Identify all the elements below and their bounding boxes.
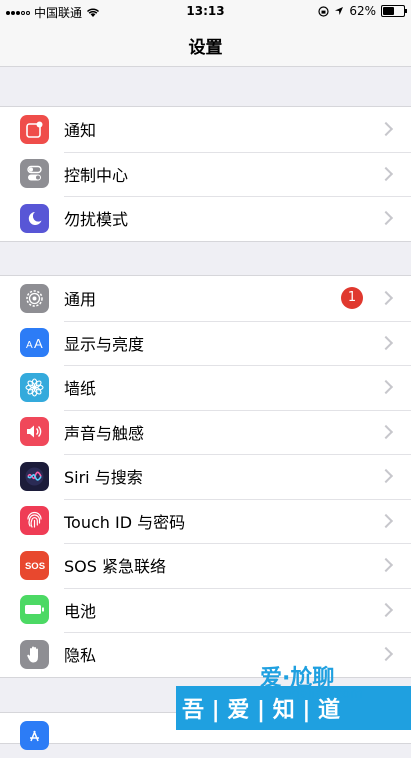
sound-icon — [20, 417, 49, 447]
svg-text:A: A — [26, 340, 33, 350]
orientation-lock-icon — [318, 5, 329, 17]
sos-icon: SOS — [20, 550, 49, 580]
wallpaper-icon — [20, 372, 49, 402]
svg-text:A: A — [34, 336, 43, 350]
settings-group-1: 通知 控制中心 勿扰模式 — [0, 106, 411, 242]
settings-row-label: 通知 — [64, 121, 97, 141]
settings-row-control-center[interactable]: 控制中心 — [0, 151, 411, 197]
status-right: 62% — [318, 4, 407, 18]
do-not-disturb-icon — [20, 203, 49, 233]
navigation-bar: 设置 — [0, 22, 411, 67]
battery-icon — [20, 595, 49, 625]
fingerprint-icon — [20, 506, 49, 536]
settings-row-notifications[interactable]: 通知 — [0, 107, 411, 152]
settings-row-touch-id-passcode[interactable]: Touch ID 与密码 — [0, 498, 411, 544]
settings-row-wallpaper[interactable]: 墙纸 — [0, 365, 411, 410]
hand-icon — [20, 639, 49, 669]
settings-row-label: 声音与触感 — [64, 423, 145, 443]
settings-row-battery[interactable]: 电池 — [0, 587, 411, 633]
settings-row-label: 控制中心 — [64, 165, 129, 185]
settings-row-label: 显示与亮度 — [64, 334, 145, 354]
settings-row-sounds-haptics[interactable]: 声音与触感 — [0, 409, 411, 455]
svg-text:SOS: SOS — [24, 561, 44, 571]
settings-row-label: Siri 与搜索 — [64, 468, 143, 488]
settings-row-general[interactable]: 通用 1 — [0, 276, 411, 321]
settings-row-label: SOS 紧急联络 — [64, 557, 166, 577]
battery-fill — [383, 7, 394, 15]
settings-row-do-not-disturb[interactable]: 勿扰模式 — [0, 196, 411, 241]
app-store-icon — [20, 720, 49, 750]
settings-row-siri-search[interactable]: Siri 与搜索 — [0, 454, 411, 499]
notifications-icon — [20, 114, 49, 144]
battery-percent: 62% — [349, 4, 376, 18]
settings-row-label: Touch ID 与密码 — [64, 512, 186, 532]
location-icon — [335, 7, 344, 15]
settings-row-label: 勿扰模式 — [64, 210, 129, 230]
watermark-url: igaliao.com — [288, 687, 363, 702]
settings-row-label: 隐私 — [64, 646, 97, 666]
status-bar: 中国联通 13:13 62% — [0, 0, 411, 22]
battery-indicator-icon — [381, 5, 407, 17]
settings-row-label: 电池 — [64, 601, 97, 621]
settings-row-label: 墙纸 — [64, 379, 97, 399]
page-title: 设置 — [188, 38, 223, 58]
display-brightness-icon: A A — [20, 328, 49, 358]
gear-icon — [20, 283, 49, 313]
settings-row-display-brightness[interactable]: A A 显示与亮度 — [0, 320, 411, 366]
siri-icon — [20, 461, 49, 491]
settings-row-emergency-sos[interactable]: SOS SOS 紧急联络 — [0, 543, 411, 588]
control-center-icon — [20, 159, 49, 189]
settings-row-privacy[interactable]: 隐私 — [0, 632, 411, 677]
settings-group-2: 通用 1 A A 显示与亮度 墙纸 声音与触感 Siri 与搜索 Touch I… — [0, 275, 411, 678]
